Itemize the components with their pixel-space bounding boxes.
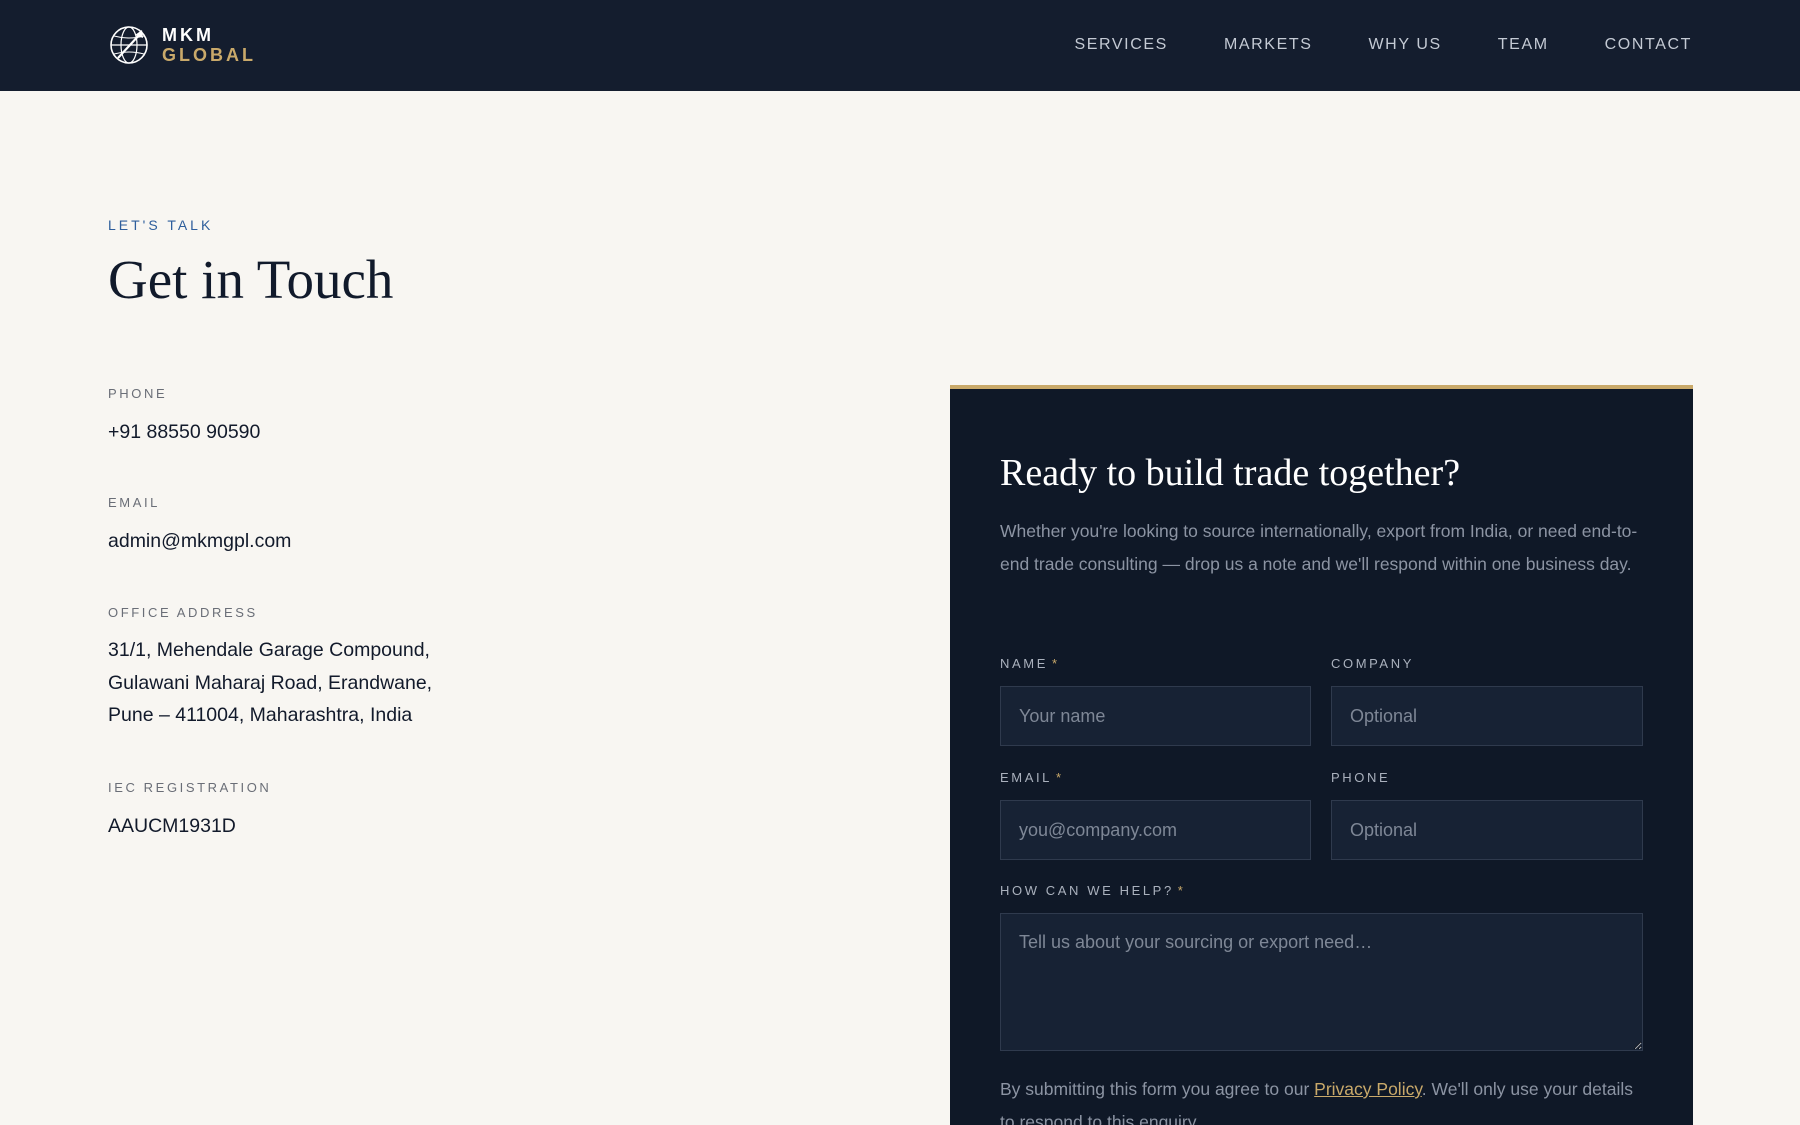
message-field-label: HOW CAN WE HELP? *	[1000, 883, 1185, 898]
top-navigation-bar: MKM GLOBAL SERVICES MARKETS WHY US TEAM …	[0, 0, 1800, 91]
message-textarea[interactable]	[1000, 913, 1643, 1051]
nav-link-why-us[interactable]: WHY US	[1368, 35, 1441, 55]
phone-field-label: PHONE	[1331, 770, 1391, 785]
required-marker: *	[1177, 883, 1186, 898]
email-field-label: EMAIL *	[1000, 770, 1064, 785]
office-address-label: OFFICE ADDRESS	[108, 605, 258, 620]
privacy-policy-link[interactable]: Privacy Policy	[1314, 1079, 1422, 1099]
main-nav: SERVICES MARKETS WHY US TEAM CONTACT	[1075, 35, 1693, 55]
name-label-text: NAME	[1000, 656, 1048, 671]
address-line: Gulawani Maharaj Road, Erandwane,	[108, 671, 433, 694]
address-line: Pune – 411004, Maharashtra, India	[108, 704, 413, 726]
page-title: Get in Touch	[108, 249, 394, 310]
phone-label: PHONE	[108, 386, 168, 401]
required-marker: *	[1051, 656, 1060, 671]
email-input[interactable]	[1000, 800, 1311, 860]
nav-link-services[interactable]: SERVICES	[1075, 35, 1168, 55]
consent-prefix: By submitting this form you agree to our	[1000, 1079, 1315, 1099]
name-input[interactable]	[1000, 686, 1311, 746]
form-title: Ready to build trade together?	[1000, 452, 1461, 494]
brand-name-line2: GLOBAL	[162, 45, 256, 65]
required-marker: *	[1056, 770, 1064, 785]
phone-value[interactable]: +91 88550 90590	[108, 416, 260, 449]
brand-logo[interactable]: MKM GLOBAL	[108, 24, 256, 66]
consent-text: By submitting this form you agree to our…	[1000, 1073, 1650, 1125]
iec-registration-value: AAUCM1931D	[108, 815, 236, 837]
brand-name-line1: MKM	[162, 25, 214, 45]
company-field-label: COMPANY	[1331, 656, 1414, 671]
phone-input[interactable]	[1331, 800, 1643, 860]
company-input[interactable]	[1331, 686, 1643, 746]
nav-link-markets[interactable]: MARKETS	[1224, 35, 1313, 55]
name-field-label: NAME *	[1000, 656, 1060, 671]
nav-link-contact[interactable]: CONTACT	[1605, 35, 1692, 55]
message-label-text: HOW CAN WE HELP?	[1000, 883, 1174, 898]
email-value[interactable]: admin@mkmgpl.com	[108, 525, 291, 558]
nav-link-team[interactable]: TEAM	[1498, 35, 1549, 55]
form-description: Whether you're looking to source interna…	[1000, 521, 1638, 574]
section-eyebrow: LET'S TALK	[108, 217, 214, 233]
email-label-text: EMAIL	[1000, 770, 1053, 785]
address-line: 31/1, Mehendale Garage Compound,	[108, 639, 430, 661]
globe-arrow-icon	[110, 26, 148, 64]
iec-registration-label: IEC REGISTRATION	[108, 780, 272, 795]
contact-form-card: Ready to build trade together? Whether y…	[950, 385, 1693, 1125]
email-label: EMAIL	[108, 495, 161, 510]
office-address: 31/1, Mehendale Garage Compound, Gulawan…	[108, 634, 432, 732]
